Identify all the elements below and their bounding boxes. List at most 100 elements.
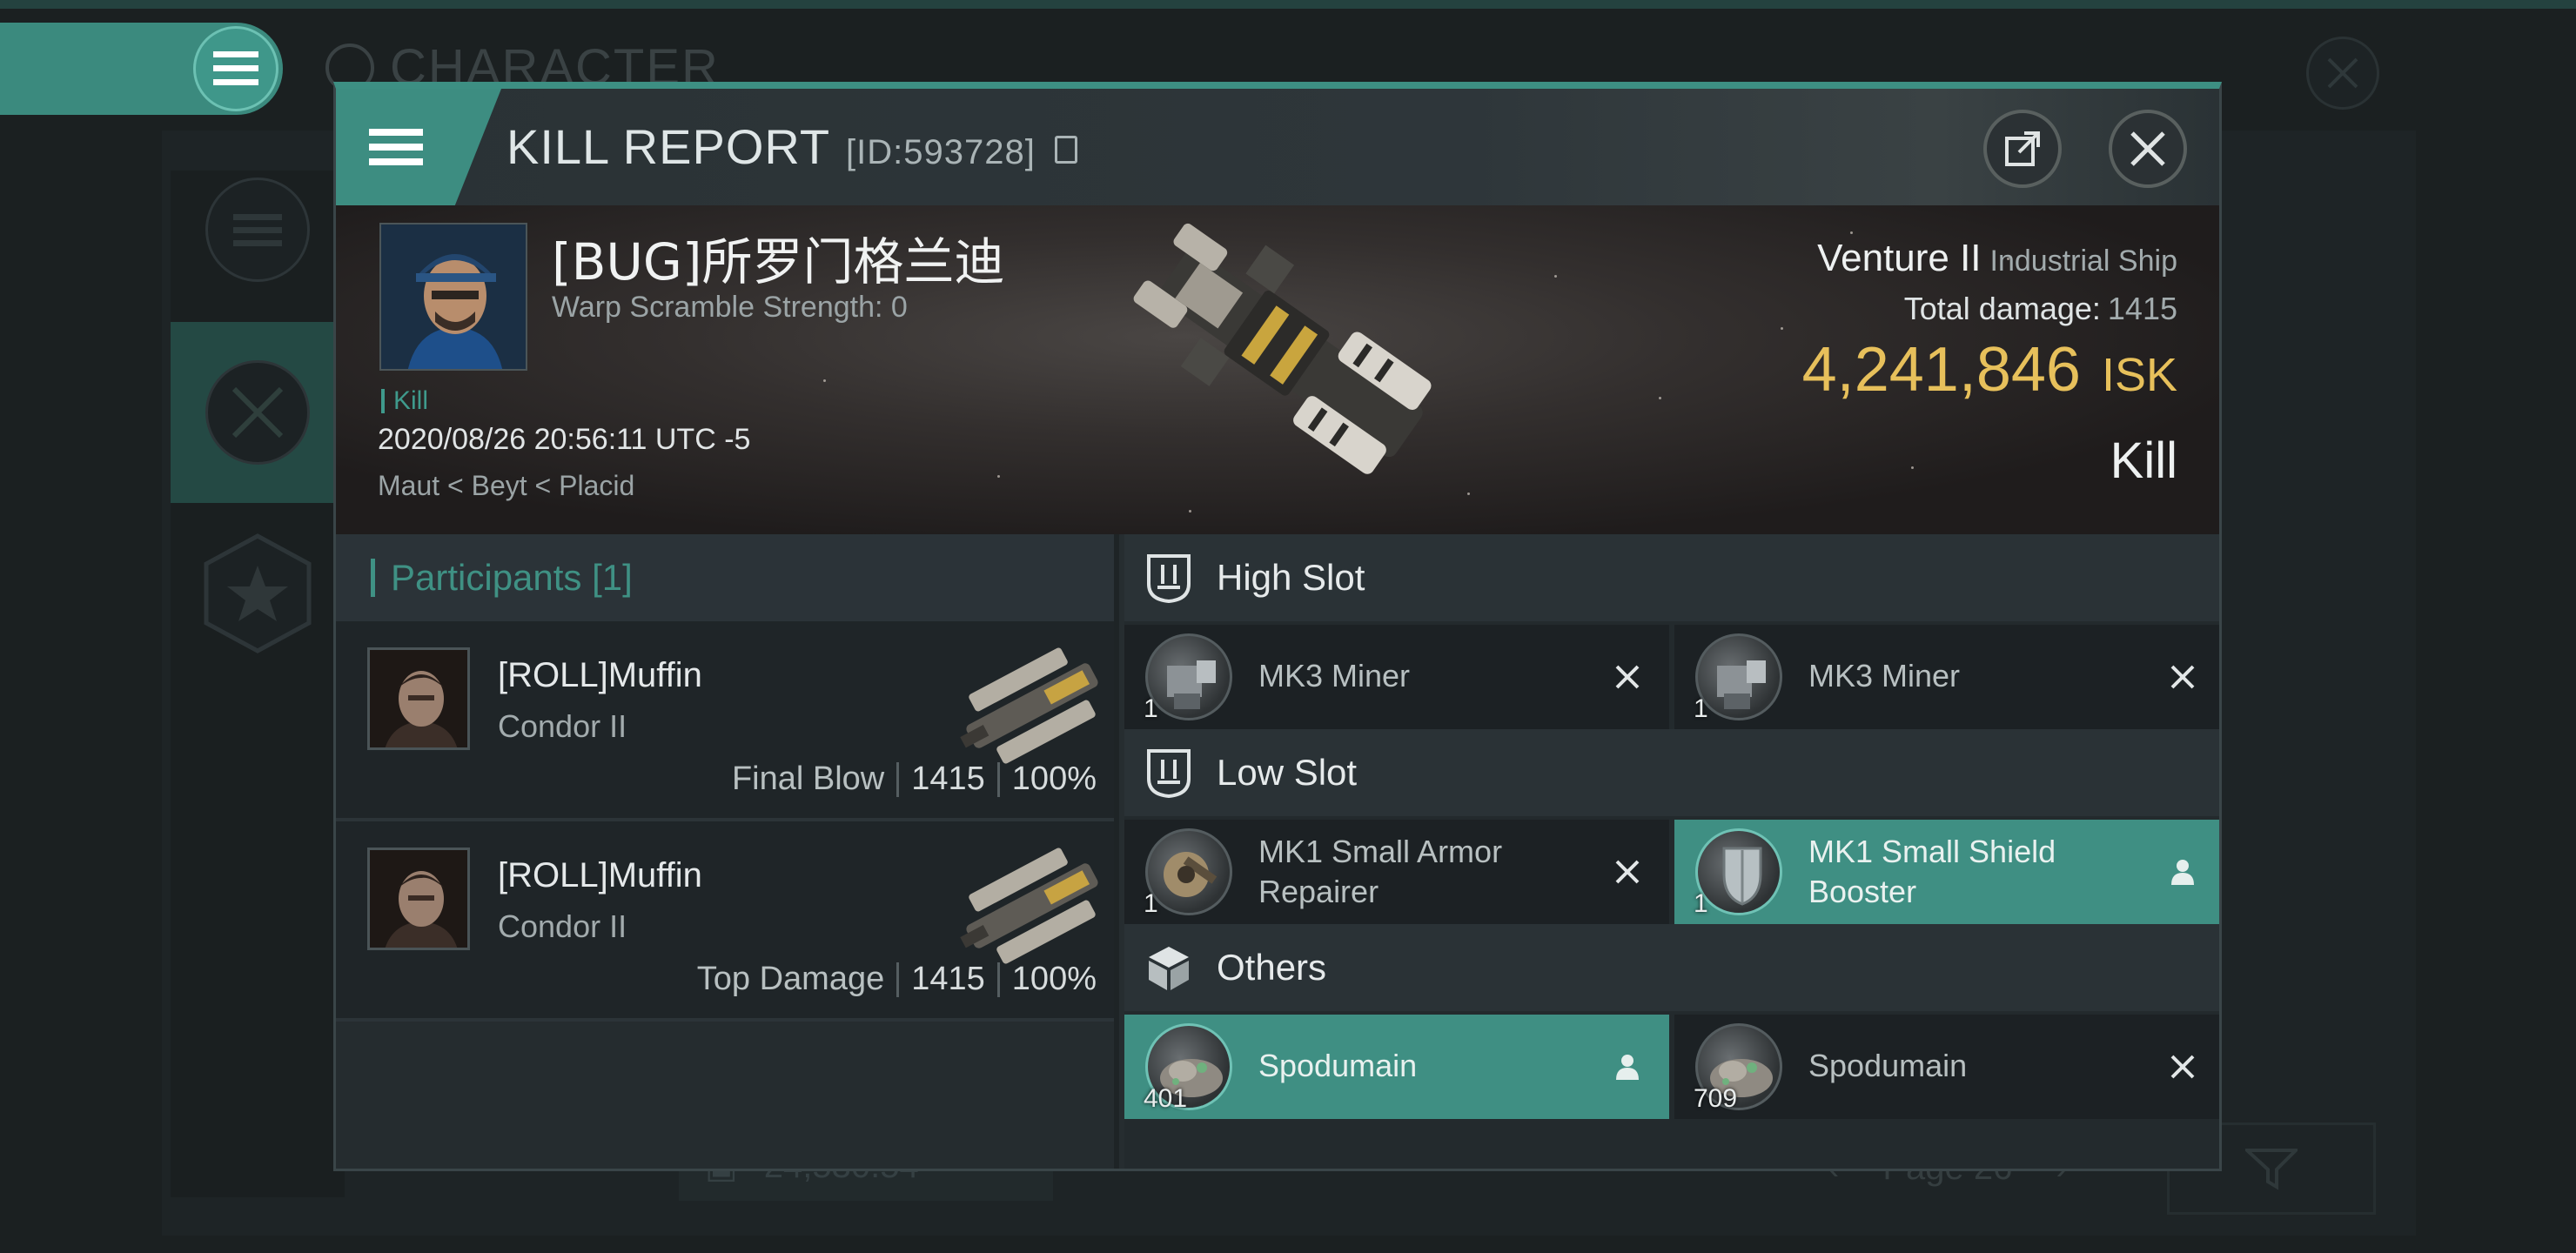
dialog-menu-button[interactable] — [336, 89, 501, 205]
victim-name[interactable]: [BUG]所罗门格兰迪 — [552, 221, 1004, 294]
item-quantity: 401 — [1144, 1084, 1188, 1113]
close-icon — [2130, 131, 2165, 166]
module-name: MK1 Small Shield Booster — [1808, 832, 2056, 912]
item-quantity: 709 — [1694, 1084, 1738, 1113]
high-slot-icon — [1144, 553, 1194, 603]
stats-divider — [996, 761, 1000, 797]
stats-divider — [996, 962, 1000, 997]
participant-damage: 1415 — [911, 961, 985, 997]
module-quantity: 1 — [1694, 889, 1708, 918]
low-slot-label: Low Slot — [1217, 752, 1358, 793]
participant-row[interactable]: [ROLL]Muffin Condor II Final Blow 1415 1… — [336, 621, 1114, 821]
venture-ship-image[interactable] — [1102, 218, 1467, 522]
victim-ship[interactable]: Venture II Industrial Ship — [1817, 237, 2177, 280]
participants-panel: Participants [1] [ROLL]Muffin Condor II — [336, 534, 1119, 1169]
participant-role: Final Blow — [731, 761, 885, 797]
participant-role: Top Damage — [696, 961, 885, 997]
close-button[interactable] — [2109, 110, 2187, 188]
menu-icon — [213, 51, 258, 85]
dialog-header: KILL REPORT [ID:593728] — [336, 89, 2219, 205]
sidebar-item-star[interactable] — [171, 505, 345, 686]
star-hexagon-icon — [201, 533, 314, 659]
cargo-item[interactable]: 401 Spodumain — [1124, 1015, 1669, 1119]
participant-damage: 1415 — [911, 761, 985, 797]
module-name-line1: MK1 Small Armor — [1258, 834, 1503, 869]
stats-divider — [896, 962, 900, 997]
pilot-avatar-icon — [381, 224, 526, 369]
isk-unit: ISK — [2101, 349, 2177, 401]
menu-icon — [369, 129, 423, 165]
module-name: MK3 Miner — [1808, 658, 1961, 694]
low-slot-module[interactable]: 1 MK1 Small Shield Booster — [1674, 820, 2219, 924]
dropped-person-icon — [1607, 1046, 1648, 1088]
destroyed-x-icon — [1607, 656, 1648, 698]
participant-name[interactable]: [ROLL]Muffin — [498, 856, 702, 895]
participant-row[interactable]: [ROLL]Muffin Condor II Top Damage 1415 1… — [336, 821, 1114, 1022]
dialog-title: KILL REPORT [ID:593728] — [506, 118, 1077, 175]
share-icon — [2005, 131, 2040, 166]
sidebar-item-list[interactable] — [171, 139, 345, 320]
low-slot-header: Low Slot — [1124, 729, 2219, 816]
participant-name[interactable]: [ROLL]Muffin — [498, 656, 702, 695]
module-quantity: 1 — [1694, 694, 1708, 723]
kill-report-dialog: KILL REPORT [ID:593728] [BUG]所罗门格兰迪 Warp… — [333, 82, 2222, 1171]
low-slot-icon — [1144, 747, 1194, 798]
armor-repairer-icon — [1145, 828, 1232, 915]
kill-tag: Kill — [381, 386, 428, 416]
participants-header: Participants [1] — [336, 534, 1114, 621]
destroyed-x-icon — [2162, 656, 2204, 698]
dropped-person-icon — [2162, 851, 2204, 893]
module-name: MK3 Miner — [1258, 658, 1411, 694]
module-name-line1: MK1 Small Shield — [1808, 834, 2056, 869]
cargo-item[interactable]: 709 Spodumain — [1674, 1015, 2219, 1119]
module-name: MK1 Small Armor Repairer — [1258, 832, 1502, 912]
destroyed-x-icon — [1607, 851, 1648, 893]
kill-datetime: 2020/08/26 20:56:11 UTC -5 — [378, 423, 751, 456]
cube-icon — [1144, 942, 1194, 993]
condor-ship-image[interactable] — [945, 632, 1119, 780]
crossed-swords-icon — [205, 360, 310, 465]
module-quantity: 1 — [1144, 694, 1158, 723]
close-icon — [2327, 57, 2358, 89]
victim-ship-name: Venture II — [1817, 237, 1982, 279]
kill-location[interactable]: Maut < Beyt < Placid — [378, 470, 634, 502]
warp-scramble-strength: Warp Scramble Strength: 0 — [552, 291, 908, 324]
miner-module-icon — [1145, 633, 1232, 720]
copy-icon[interactable] — [1054, 136, 1077, 164]
background-close-button[interactable] — [2306, 37, 2379, 110]
participant-percent: 100% — [1011, 761, 1097, 797]
top-accent-line — [0, 0, 2576, 9]
participant-avatar[interactable] — [367, 647, 470, 750]
participant-percent: 100% — [1011, 961, 1097, 997]
module-quantity: 1 — [1144, 889, 1158, 918]
high-slot-module[interactable]: 1 MK3 Miner — [1124, 625, 1669, 729]
condor-ship-image[interactable] — [945, 832, 1119, 980]
kill-id: [ID:593728] — [846, 133, 1036, 171]
participant-stats: Top Damage 1415 100% — [697, 961, 1097, 998]
kill-result: Kill — [2110, 432, 2177, 489]
high-slot-module[interactable]: 1 MK3 Miner — [1674, 625, 2219, 729]
main-menu-button[interactable] — [193, 26, 278, 111]
participant-ship: Condor II — [498, 908, 627, 944]
others-label: Others — [1217, 947, 1327, 988]
participant-ship: Condor II — [498, 708, 627, 744]
sidebar-item-combat[interactable] — [171, 322, 345, 503]
dialog-title-text: KILL REPORT — [506, 119, 831, 174]
others-header: Others — [1124, 924, 2219, 1011]
participants-header-bar — [371, 559, 375, 597]
kill-tag-bar — [381, 389, 385, 413]
fitting-panel: High Slot 1 MK3 Miner 1 MK3 Miner Low Sl… — [1124, 534, 2219, 1169]
module-name-line2: Booster — [1808, 874, 1917, 909]
victim-portrait[interactable] — [379, 223, 527, 371]
victim-banner: [BUG]所罗门格兰迪 Warp Scramble Strength: 0 Ki… — [336, 205, 2219, 534]
participant-stats: Final Blow 1415 100% — [732, 761, 1097, 798]
destroyed-x-icon — [2162, 1046, 2204, 1088]
share-button[interactable] — [1983, 110, 2062, 188]
high-slot-header: High Slot — [1124, 534, 2219, 621]
participant-avatar[interactable] — [367, 848, 470, 950]
participants-header-text: Participants [1] — [391, 557, 633, 598]
shield-booster-icon — [1695, 828, 1782, 915]
low-slot-module[interactable]: 1 MK1 Small Armor Repairer — [1124, 820, 1669, 924]
item-name: Spodumain — [1258, 1048, 1418, 1083]
stats-divider — [896, 761, 900, 797]
